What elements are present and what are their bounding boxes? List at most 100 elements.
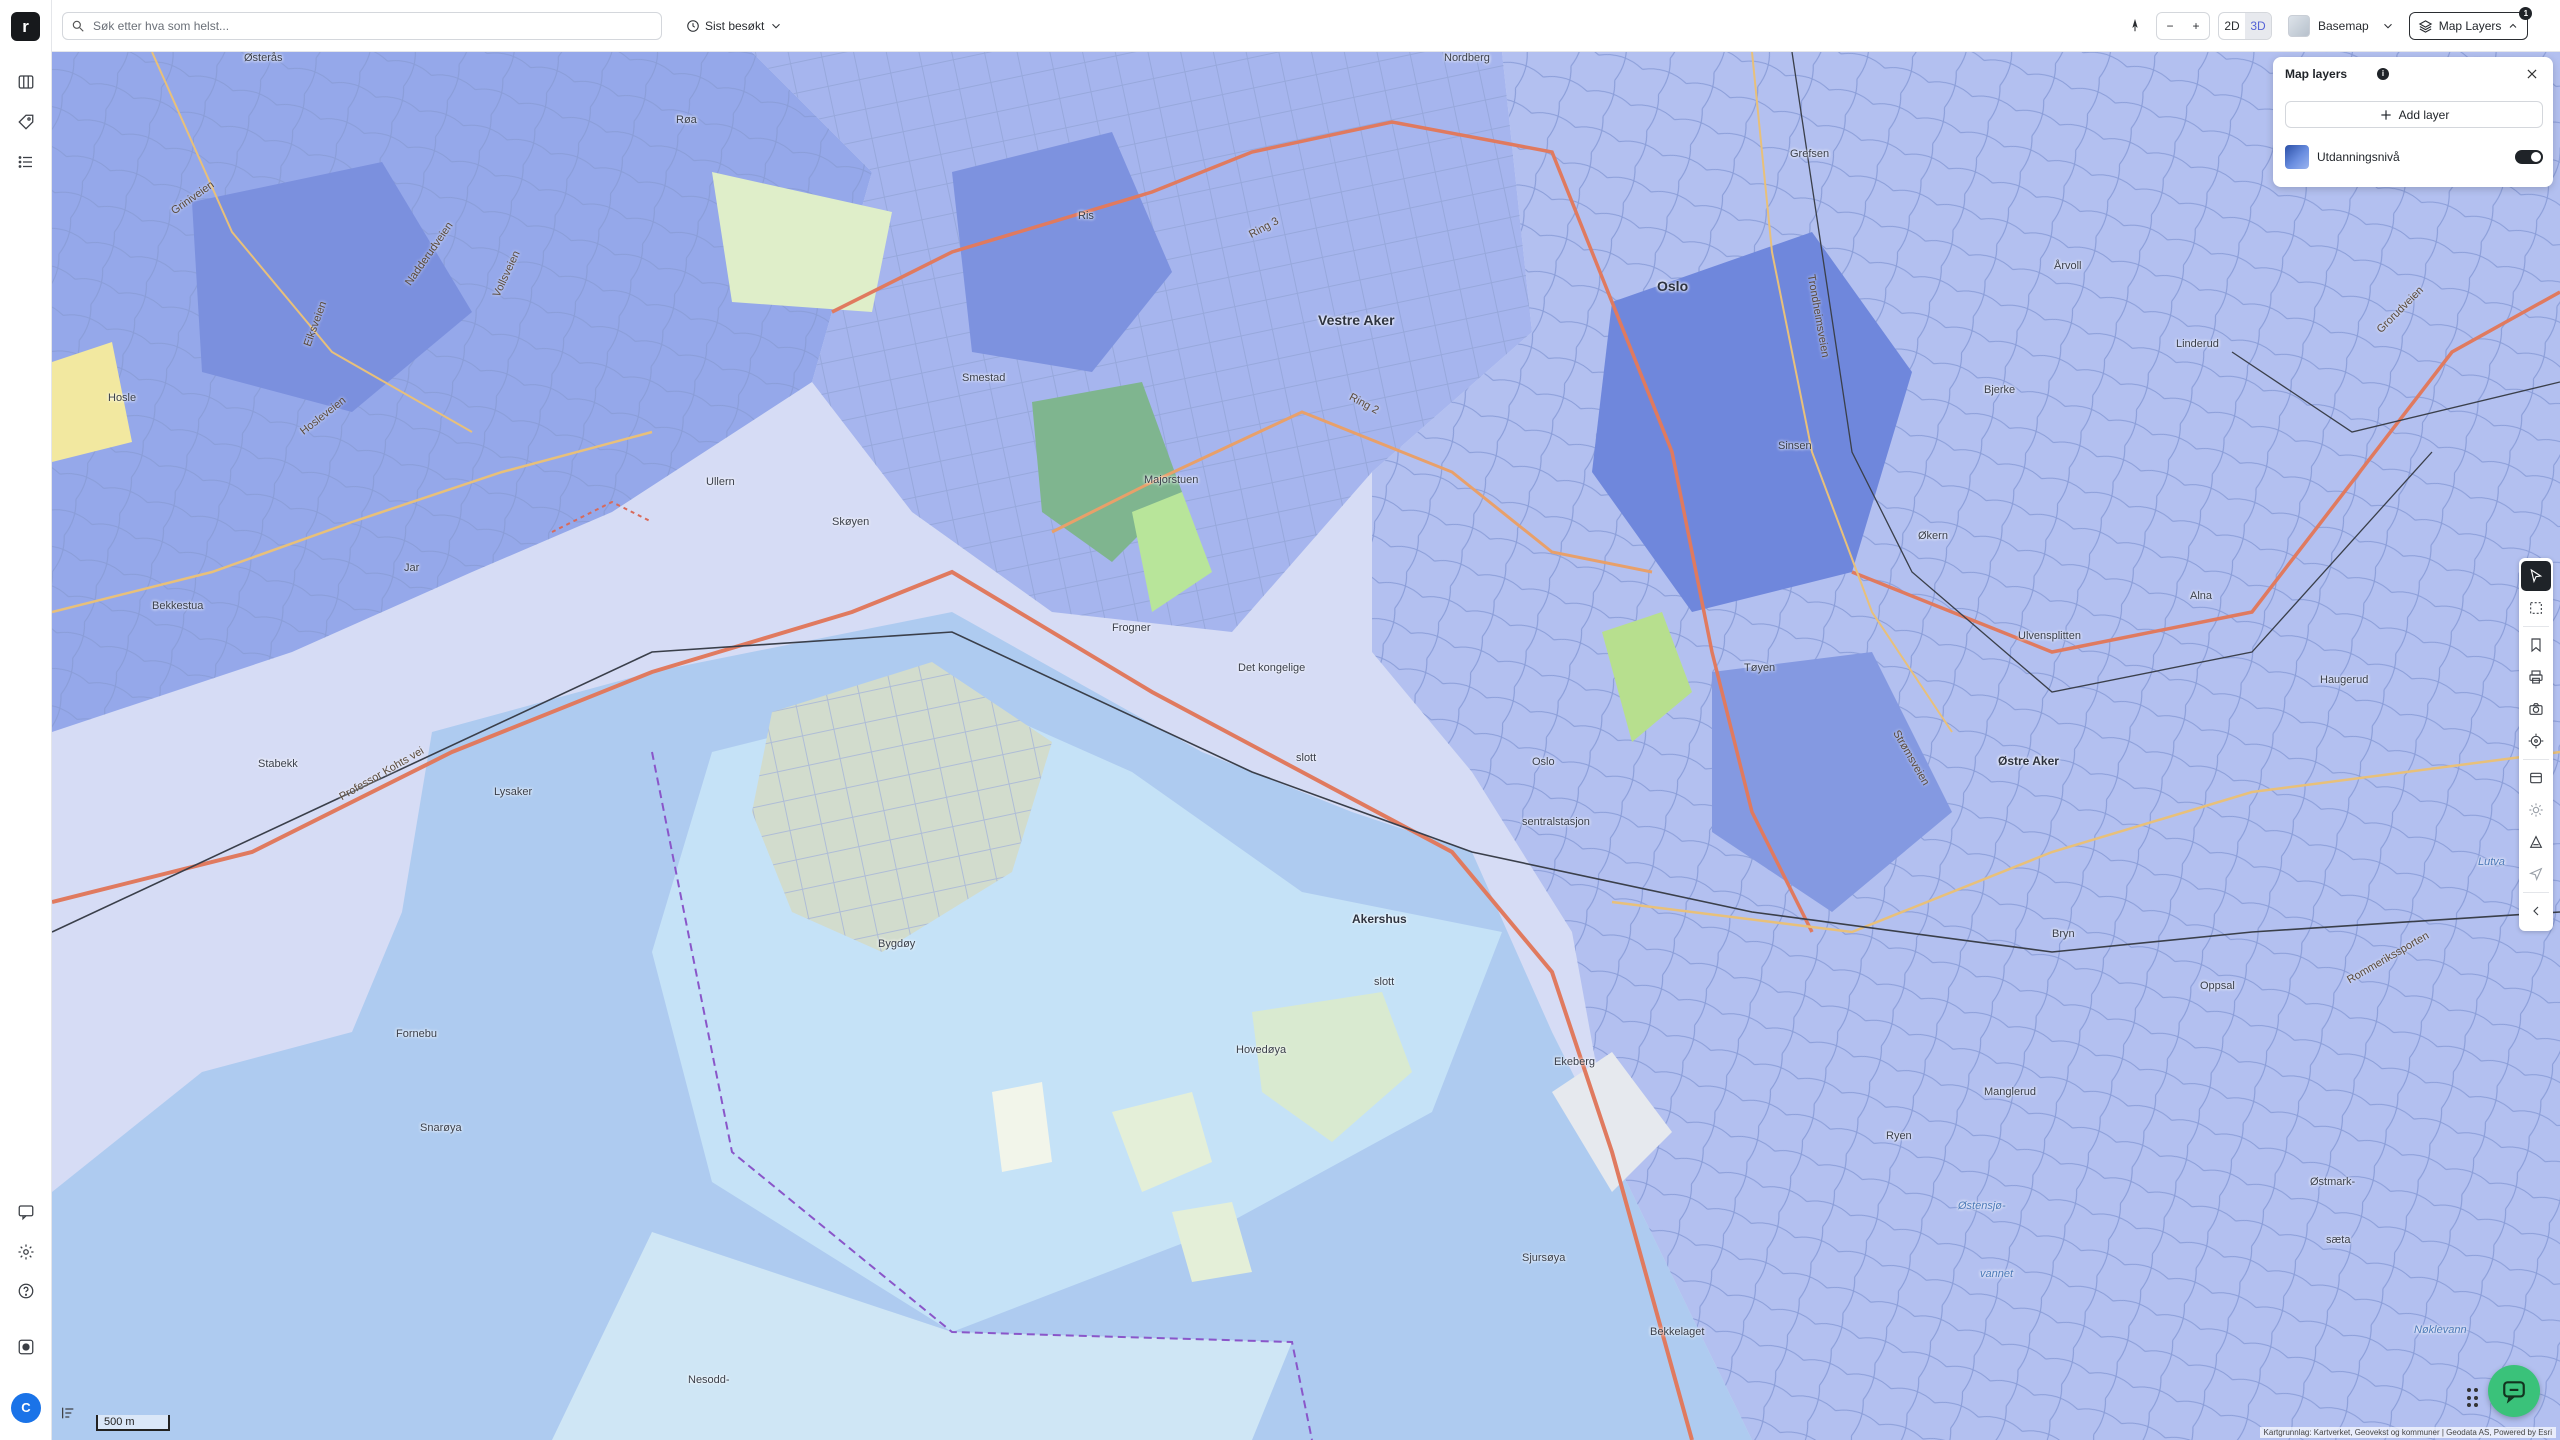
place-label: Oslo <box>1532 756 1555 768</box>
map-tools <box>2519 558 2553 931</box>
map-controls: − + 2D 3D Basemap Map Layers 1 <box>2122 7 2533 40</box>
bookmark-icon <box>2531 638 2541 653</box>
collapse-tools-button[interactable] <box>2521 896 2551 926</box>
place-label: Det kongelige <box>1238 662 1306 674</box>
place-label: Fornebu <box>396 1028 437 1040</box>
close-panel-button[interactable] <box>2521 63 2543 85</box>
place-label: Ryen <box>1886 1130 1912 1142</box>
view-mode-toggle: 2D 3D <box>2218 12 2272 40</box>
search-box[interactable] <box>62 12 662 40</box>
chevron-down-icon <box>2383 23 2392 29</box>
basemap-dropdown[interactable]: Basemap <box>2282 13 2401 39</box>
app-logo[interactable]: r <box>11 12 40 41</box>
navigation-arrow-icon <box>2528 867 2543 882</box>
place-label: Østensjø- <box>1958 1200 2006 1212</box>
place-label: Jar <box>404 562 420 574</box>
top-bar: Sist besøkt − + 2D 3D Basemap Map Layers… <box>52 0 2560 52</box>
place-label: Oslo <box>1657 278 1689 294</box>
daylight-tool[interactable] <box>2521 795 2551 825</box>
print-tool[interactable] <box>2521 662 2551 692</box>
screen-record-icon[interactable] <box>12 1333 40 1361</box>
screenshot-tool[interactable] <box>2521 694 2551 724</box>
place-label: slott <box>1374 976 1395 988</box>
tool-separator <box>2523 892 2549 893</box>
bookmark-tool[interactable] <box>2521 630 2551 660</box>
place-label: Økern <box>1918 530 1948 542</box>
map-layers-button[interactable]: Map Layers 1 <box>2408 7 2533 40</box>
user-avatar[interactable]: C <box>11 1393 41 1423</box>
place-label: Linderud <box>2176 338 2219 350</box>
scale-bar: 500 m <box>96 1415 170 1431</box>
settings-gear-icon[interactable] <box>12 1238 40 1266</box>
place-label: vannet <box>1980 1268 2014 1280</box>
tag-icon[interactable] <box>12 108 40 136</box>
map-book-icon[interactable] <box>12 68 40 96</box>
select-tool[interactable] <box>2521 561 2551 591</box>
legend-button[interactable] <box>60 1405 86 1431</box>
area-select-tool[interactable] <box>2521 593 2551 623</box>
place-label: Østre Aker <box>1998 754 2059 768</box>
place-label: Tøyen <box>1744 662 1776 674</box>
place-label: sentralstasjon <box>1522 816 1590 828</box>
chevron-left-icon <box>2533 906 2539 916</box>
zoom-in-button[interactable]: + <box>2183 13 2209 39</box>
view-2d-button[interactable]: 2D <box>2219 13 2245 39</box>
list-icon[interactable] <box>12 148 40 176</box>
layers-stack-tool[interactable] <box>2521 763 2551 793</box>
layer-thumbnail <box>2285 145 2309 169</box>
place-label: Stabekk <box>258 758 298 770</box>
map-layers-panel: Map layers i Add layer Utdanningsnivå <box>2273 57 2553 187</box>
zoom-out-button[interactable]: − <box>2157 13 2183 39</box>
map-canvas[interactable]: Oslo Vestre Aker Ris Røa Nordberg Grefse… <box>52 52 2560 1440</box>
measure-tool[interactable] <box>2521 827 2551 857</box>
place-label: Lysaker <box>494 786 533 798</box>
place-label: Sinsen <box>1778 440 1812 452</box>
triangle-ruler-icon <box>2529 835 2543 848</box>
place-label: Haugerud <box>2320 674 2369 686</box>
chat-icon <box>2503 1381 2525 1404</box>
locate-icon <box>2528 733 2544 749</box>
place-label: Ris <box>1078 210 1094 222</box>
comment-icon[interactable] <box>12 1198 40 1226</box>
place-label: Årvoll <box>2054 260 2082 272</box>
compass-needle-icon <box>2132 19 2138 32</box>
recent-label: Sist besøkt <box>705 19 765 33</box>
info-icon[interactable]: i <box>2377 68 2389 80</box>
cursor-icon <box>2530 568 2543 584</box>
compass-button[interactable] <box>2122 13 2148 39</box>
layers-icon <box>2418 19 2432 33</box>
place-label: Sjursøya <box>1522 1252 1566 1264</box>
plus-icon <box>2380 109 2391 120</box>
place-label: Bjerke <box>1984 384 2016 396</box>
place-label: Alna <box>2190 590 2213 602</box>
chat-support-button[interactable] <box>2488 1365 2540 1417</box>
island-3 <box>992 1082 1052 1172</box>
place-label: Smestad <box>962 372 1006 384</box>
place-label: Ulvensplitten <box>2018 630 2081 642</box>
clock-icon <box>687 20 699 32</box>
place-label: Nordberg <box>1444 52 1490 64</box>
place-label: Vestre Aker <box>1318 312 1395 328</box>
place-label: Lutva <box>2478 856 2505 868</box>
drag-handle[interactable] <box>2467 1388 2481 1408</box>
place-label: Frogner <box>1112 622 1151 634</box>
view-3d-button[interactable]: 3D <box>2245 13 2271 39</box>
sun-icon <box>2529 803 2543 817</box>
add-layer-button[interactable]: Add layer <box>2285 101 2543 128</box>
place-label: Bygdøy <box>878 938 916 950</box>
recent-dropdown[interactable]: Sist besøkt <box>680 13 789 39</box>
locate-tool[interactable] <box>2521 726 2551 756</box>
layer-visibility-toggle[interactable] <box>2515 150 2543 164</box>
basemap-label: Basemap <box>2318 19 2369 33</box>
layer-name: Utdanningsnivå <box>2317 150 2400 164</box>
help-icon[interactable] <box>12 1277 40 1305</box>
layer-row[interactable]: Utdanningsnivå <box>2285 141 2543 173</box>
navigate-tool[interactable] <box>2521 859 2551 889</box>
search-icon <box>72 20 84 32</box>
place-label: Røa <box>676 114 697 126</box>
place-label: Bryn <box>2052 928 2075 940</box>
chevron-down-icon <box>772 23 781 29</box>
place-label: Skøyen <box>832 516 870 528</box>
search-input[interactable] <box>93 19 653 33</box>
legend-icon <box>62 1407 74 1419</box>
